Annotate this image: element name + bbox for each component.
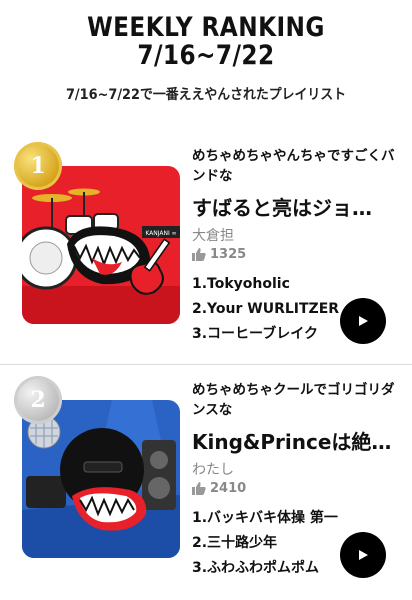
playlist-info: めちゃめちゃやんちゃですごくバンドな すばると亮はジョ… 大倉担 1325 xyxy=(192,146,402,262)
gold-medal-badge: 1 xyxy=(14,142,62,190)
thumbs-up-icon xyxy=(192,482,206,495)
like-count: 2410 xyxy=(192,481,402,496)
playlist-thumbnail[interactable] xyxy=(22,400,180,558)
thumbs-up-icon xyxy=(192,248,206,261)
like-count-value: 2410 xyxy=(210,481,247,496)
playlist-title[interactable]: すばると亮はジョ… xyxy=(192,192,392,221)
divider xyxy=(0,364,412,365)
song-item[interactable]: 1.バッキバキ体操 第一 xyxy=(192,506,342,531)
playlist-author[interactable]: 大倉担 xyxy=(192,225,402,245)
ranking-item-1[interactable]: 1 KANJANI ∞ めちゃめちゃやんちゃですごくバンドな すばると亮はジョ…… xyxy=(0,132,412,364)
ranking-header: WEEKLY RANKING 7/16~7/22 7/16~7/22で一番ええや… xyxy=(0,0,412,104)
song-item[interactable]: 3.ふわふわポムポム xyxy=(192,556,342,581)
play-button[interactable] xyxy=(340,532,386,578)
ranking-item-2[interactable]: 2 めちゃめちゃクールでゴリゴリダンスな King&Princeは絶… わたし … xyxy=(0,366,412,598)
play-icon xyxy=(359,316,368,326)
playlist-description: めちゃめちゃクールでゴリゴリダンスな xyxy=(192,382,395,418)
band-illustration: KANJANI ∞ xyxy=(22,166,180,324)
ranking-subtitle: 7/16~7/22で一番ええやんされたプレイリスト xyxy=(65,87,347,103)
song-list: 1.Tokyoholic 2.Your WURLITZER 3.コーヒーブレイク xyxy=(192,272,342,347)
band-logo: KANJANI ∞ xyxy=(145,230,176,237)
playlist-description: めちゃめちゃやんちゃですごくバンドな xyxy=(192,148,395,184)
ranking-period: 7/16~7/22 xyxy=(137,40,275,71)
song-item[interactable]: 3.コーヒーブレイク xyxy=(192,322,342,347)
playlist-info: めちゃめちゃクールでゴリゴリダンスな King&Princeは絶… わたし 24… xyxy=(192,380,402,496)
song-list: 1.バッキバキ体操 第一 2.三十路少年 3.ふわふわポムポム xyxy=(192,506,342,581)
playlist-author[interactable]: わたし xyxy=(192,459,402,479)
song-item[interactable]: 2.三十路少年 xyxy=(192,531,342,556)
play-icon xyxy=(359,550,368,560)
dance-illustration xyxy=(22,400,180,558)
playlist-thumbnail[interactable]: KANJANI ∞ xyxy=(22,166,180,324)
like-count-value: 1325 xyxy=(210,247,247,262)
silver-medal-badge: 2 xyxy=(14,376,62,424)
like-count: 1325 xyxy=(192,247,402,262)
ranking-title: WEEKLY RANKING xyxy=(87,12,325,43)
playlist-title[interactable]: King&Princeは絶… xyxy=(192,426,392,455)
play-button[interactable] xyxy=(340,298,386,344)
song-item[interactable]: 1.Tokyoholic xyxy=(192,272,342,297)
song-item[interactable]: 2.Your WURLITZER xyxy=(192,297,342,322)
